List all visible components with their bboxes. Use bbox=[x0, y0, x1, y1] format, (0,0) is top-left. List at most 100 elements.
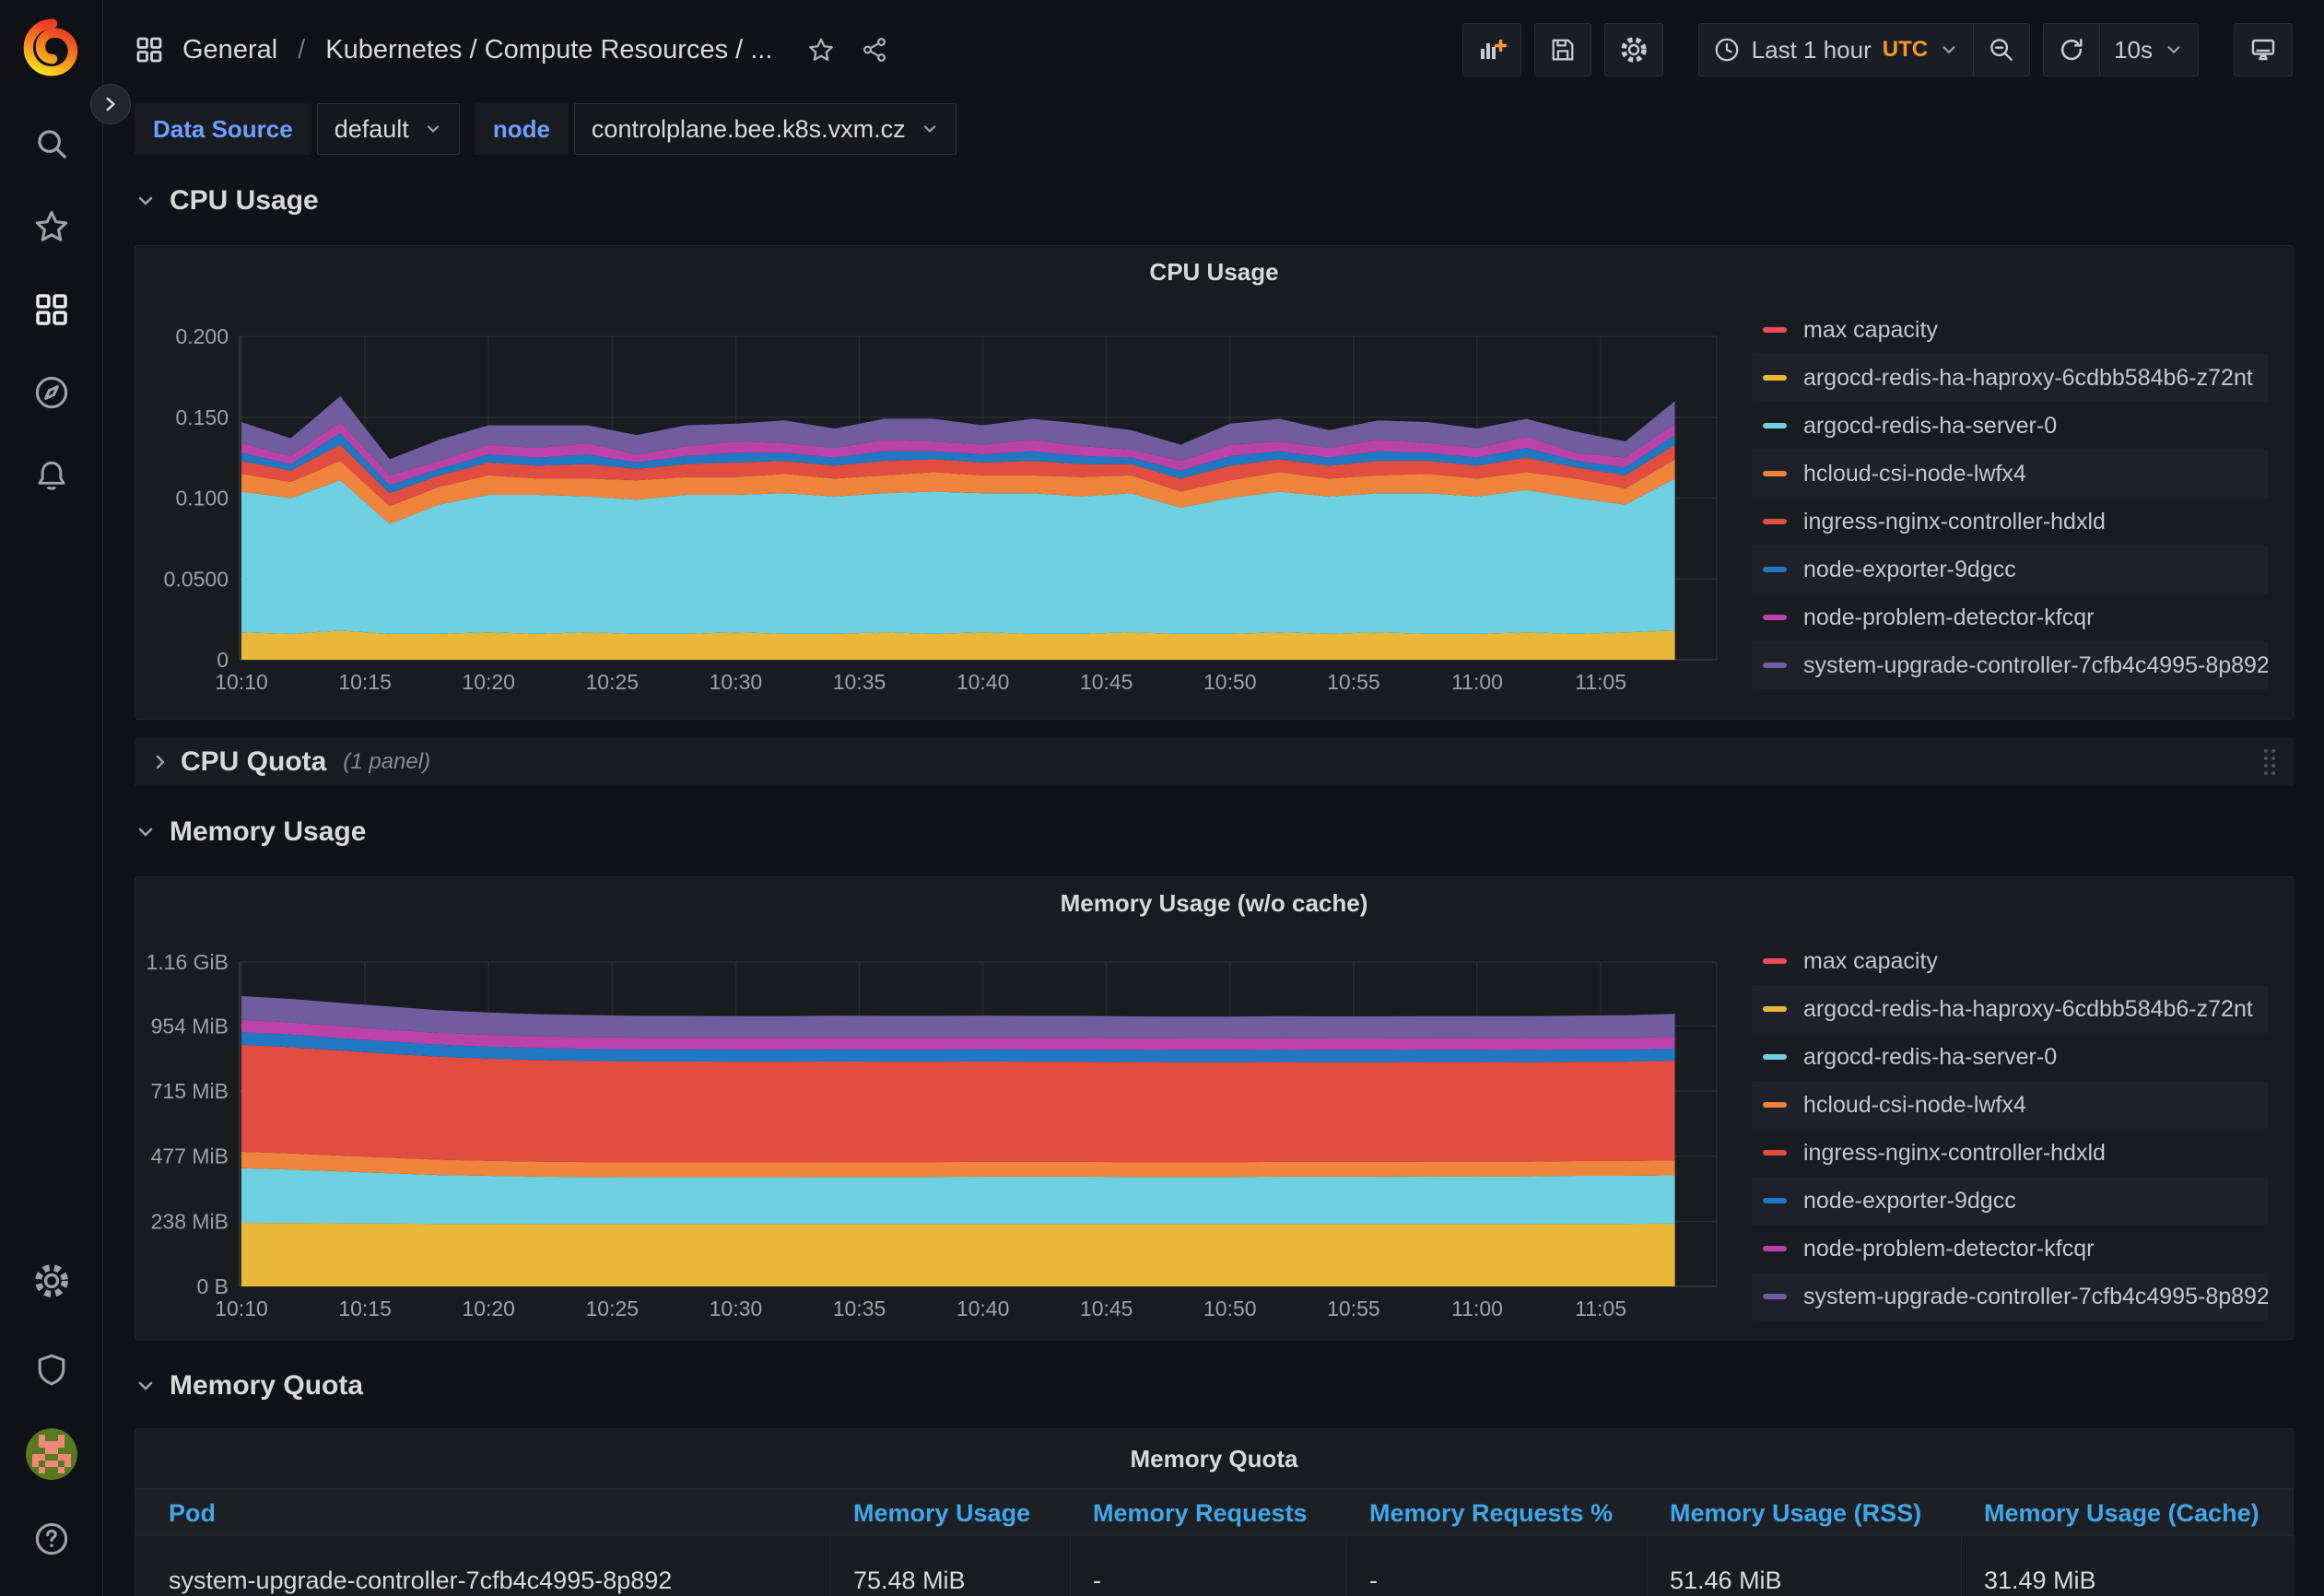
sidebar-expand-button[interactable] bbox=[90, 84, 131, 124]
chevron-down-icon bbox=[135, 821, 157, 843]
refresh-button[interactable] bbox=[2043, 23, 2100, 76]
memory-quota-table-body: system-upgrade-controller-7cfb4c4995-8p8… bbox=[135, 1536, 2293, 1596]
cycle-view-mode-button[interactable] bbox=[2234, 23, 2293, 76]
table-column-header[interactable]: Memory Usage (RSS) bbox=[1648, 1489, 1962, 1537]
section-title: CPU Usage bbox=[170, 185, 319, 217]
breadcrumb-section[interactable]: General bbox=[182, 35, 277, 65]
y-axis-tick: 0.200 bbox=[175, 324, 229, 348]
section-memory-quota[interactable]: Memory Quota bbox=[135, 1362, 2294, 1410]
legend-item[interactable]: ingress-nginx-controller-hdxld bbox=[1752, 1129, 2268, 1177]
chevron-right-icon bbox=[100, 94, 121, 114]
add-panel-button[interactable] bbox=[1462, 23, 1521, 76]
cpu-usage-chart[interactable]: 00.05000.1000.1500.20010:1010:1510:2010:… bbox=[135, 298, 1739, 703]
grafana-logo[interactable] bbox=[17, 13, 87, 83]
sidebar-item-explore[interactable] bbox=[22, 363, 81, 422]
legend-swatch bbox=[1763, 1054, 1787, 1060]
memory-usage-chart[interactable]: 0 B238 MiB477 MiB715 MiB954 MiB1.16 GiB1… bbox=[135, 929, 1739, 1334]
star-dashboard-icon[interactable] bbox=[807, 36, 835, 64]
breadcrumb-separator: / bbox=[296, 35, 307, 65]
legend-item[interactable]: max capacity bbox=[1752, 937, 2268, 985]
x-axis-tick: 10:40 bbox=[957, 1297, 1010, 1320]
panel-title[interactable]: Memory Quota bbox=[135, 1429, 2293, 1488]
row-drag-handle[interactable] bbox=[2260, 746, 2279, 778]
user-avatar[interactable] bbox=[26, 1428, 77, 1480]
legend-item[interactable]: argocd-redis-ha-haproxy-6cdbb584b6-z72nt bbox=[1752, 354, 2268, 402]
table-column-header[interactable]: Memory Usage (Cache) bbox=[1962, 1489, 2293, 1537]
section-memory-usage[interactable]: Memory Usage bbox=[135, 808, 2294, 856]
section-title: Memory Quota bbox=[170, 1370, 363, 1402]
legend-item[interactable]: hcloud-csi-node-lwfx4 bbox=[1752, 450, 2268, 498]
time-range-label: Last 1 hour bbox=[1752, 36, 1872, 65]
legend-item[interactable]: argocd-redis-ha-server-0 bbox=[1752, 402, 2268, 450]
legend-item[interactable]: node-exporter-9dgcc bbox=[1752, 1177, 2268, 1225]
panel-title[interactable]: Memory Usage (w/o cache) bbox=[135, 877, 2293, 929]
x-axis-tick: 11:05 bbox=[1575, 1297, 1626, 1320]
node-select[interactable]: controlplane.bee.k8s.vxm.cz bbox=[574, 103, 957, 155]
sidebar-item-alerting[interactable] bbox=[22, 446, 81, 505]
table-column-header[interactable]: Memory Usage bbox=[831, 1489, 1071, 1537]
avatar-identicon bbox=[26, 1428, 77, 1480]
toolbar-actions: Last 1 hour UTC bbox=[1462, 23, 2293, 76]
x-axis-tick: 10:50 bbox=[1203, 670, 1257, 694]
section-cpu-quota[interactable]: CPU Quota (1 panel) bbox=[135, 738, 2294, 786]
share-icon[interactable] bbox=[861, 36, 888, 64]
legend-item[interactable]: system-upgrade-controller-7cfb4c4995-8p8… bbox=[1752, 641, 2268, 689]
add-panel-icon bbox=[1477, 35, 1507, 65]
legend-item[interactable]: system-upgrade-controller-7cfb4c4995-8p8… bbox=[1752, 1273, 2268, 1320]
legend-item[interactable]: node-problem-detector-kfcqr bbox=[1752, 1225, 2268, 1273]
legend-item[interactable]: argocd-redis-ha-server-0 bbox=[1752, 1033, 2268, 1081]
sidebar-item-search[interactable] bbox=[22, 114, 81, 173]
chevron-down-icon bbox=[135, 1375, 157, 1397]
section-title: CPU Quota bbox=[181, 746, 326, 778]
x-axis-tick: 10:10 bbox=[215, 1297, 268, 1320]
dashboard-settings-button[interactable] bbox=[1604, 23, 1663, 76]
compass-icon bbox=[33, 374, 70, 411]
sidebar bbox=[0, 0, 103, 1596]
x-axis-tick: 10:20 bbox=[462, 1297, 515, 1320]
zoom-out-icon bbox=[1988, 36, 2015, 64]
zoom-out-time-button[interactable] bbox=[1973, 23, 2030, 76]
dashboard-variables: Data Source default node controlplane.be… bbox=[103, 100, 2324, 155]
legend-item[interactable]: node-problem-detector-kfcqr bbox=[1752, 593, 2268, 641]
sidebar-item-dashboards[interactable] bbox=[22, 280, 81, 339]
table-cell: 75.48 MiB bbox=[831, 1536, 1071, 1596]
sidebar-item-server-admin[interactable] bbox=[22, 1340, 81, 1399]
series-area bbox=[241, 1045, 1675, 1163]
table-column-header[interactable]: Pod bbox=[135, 1489, 831, 1537]
legend-item[interactable]: ingress-nginx-controller-hdxld bbox=[1752, 498, 2268, 546]
time-range-picker[interactable]: Last 1 hour UTC bbox=[1698, 23, 1974, 76]
drag-dots-icon bbox=[2260, 746, 2279, 778]
table-column-header[interactable]: Memory Requests bbox=[1071, 1489, 1347, 1537]
section-cpu-usage[interactable]: CPU Usage bbox=[135, 177, 2294, 225]
sidebar-item-help[interactable] bbox=[22, 1509, 81, 1568]
table-column-header[interactable]: Memory Requests % bbox=[1347, 1489, 1648, 1537]
legend-label: hcloud-csi-node-lwfx4 bbox=[1803, 1092, 2026, 1119]
x-axis-tick: 11:00 bbox=[1451, 1297, 1503, 1320]
y-axis-tick: 0.0500 bbox=[164, 567, 229, 591]
legend-item[interactable]: node-exporter-9dgcc bbox=[1752, 546, 2268, 593]
variable-node: node controlplane.bee.k8s.vxm.cz bbox=[475, 103, 957, 155]
legend-item[interactable]: hcloud-csi-node-lwfx4 bbox=[1752, 1081, 2268, 1129]
save-dashboard-button[interactable] bbox=[1534, 23, 1591, 76]
help-question-icon bbox=[33, 1520, 70, 1557]
legend-label: argocd-redis-ha-haproxy-6cdbb584b6-z72nt bbox=[1803, 365, 2253, 392]
table-cell: 51.46 MiB bbox=[1648, 1536, 1962, 1596]
legend-label: hcloud-csi-node-lwfx4 bbox=[1803, 461, 2026, 487]
sidebar-item-configuration[interactable] bbox=[22, 1251, 81, 1310]
legend-label: node-exporter-9dgcc bbox=[1803, 1188, 2016, 1215]
legend-item[interactable]: argocd-redis-ha-haproxy-6cdbb584b6-z72nt bbox=[1752, 985, 2268, 1033]
x-axis-tick: 10:55 bbox=[1327, 670, 1380, 694]
panel-title[interactable]: CPU Usage bbox=[135, 246, 2293, 298]
x-axis-tick: 10:35 bbox=[833, 670, 886, 694]
x-axis-tick: 10:35 bbox=[833, 1297, 886, 1320]
cpu-usage-legend: max capacity argocd-redis-ha-haproxy-6cdb… bbox=[1739, 298, 2293, 703]
sidebar-item-starred[interactable] bbox=[22, 197, 81, 256]
y-axis-tick: 0 bbox=[217, 648, 229, 672]
datasource-select[interactable]: default bbox=[317, 103, 460, 155]
refresh-interval-picker[interactable]: 10s bbox=[2099, 23, 2199, 76]
breadcrumb-dashboard-title[interactable]: Kubernetes / Compute Resources / ... bbox=[325, 35, 772, 65]
legend-item[interactable]: max capacity bbox=[1752, 306, 2268, 354]
monitor-icon bbox=[2248, 35, 2278, 65]
refresh-interval-value: 10s bbox=[2114, 36, 2153, 65]
datasource-value: default bbox=[335, 115, 409, 144]
